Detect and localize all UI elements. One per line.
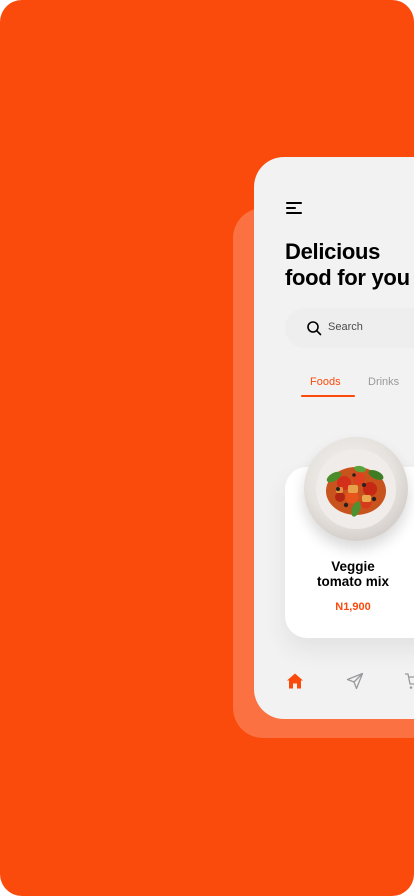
- search-placeholder: Search: [328, 321, 363, 333]
- app-background: Delicious food for you Search Foods Drin…: [0, 0, 414, 896]
- tab-foods[interactable]: Foods: [310, 376, 341, 388]
- active-tab-indicator: [301, 395, 355, 397]
- food-name-line1: Veggie: [331, 559, 375, 574]
- food-price: N1,900: [335, 601, 371, 613]
- cart-icon[interactable]: [404, 672, 414, 690]
- page-title-line2: food for you: [285, 265, 410, 290]
- food-image[interactable]: [304, 437, 408, 541]
- search-input[interactable]: Search: [285, 308, 414, 348]
- food-name-line2: tomato mix: [316, 574, 389, 589]
- food-name: Veggie tomato mix: [285, 559, 414, 589]
- page-title-line1: Delicious: [285, 239, 381, 264]
- page-title: Delicious food for you: [285, 239, 414, 291]
- phone-screen: Delicious food for you Search Foods Drin…: [254, 157, 414, 719]
- send-icon[interactable]: [346, 672, 364, 690]
- home-icon[interactable]: [286, 672, 304, 690]
- search-icon: [307, 321, 322, 336]
- hamburger-menu-icon[interactable]: [286, 201, 306, 217]
- tab-drinks[interactable]: Drinks: [368, 376, 399, 388]
